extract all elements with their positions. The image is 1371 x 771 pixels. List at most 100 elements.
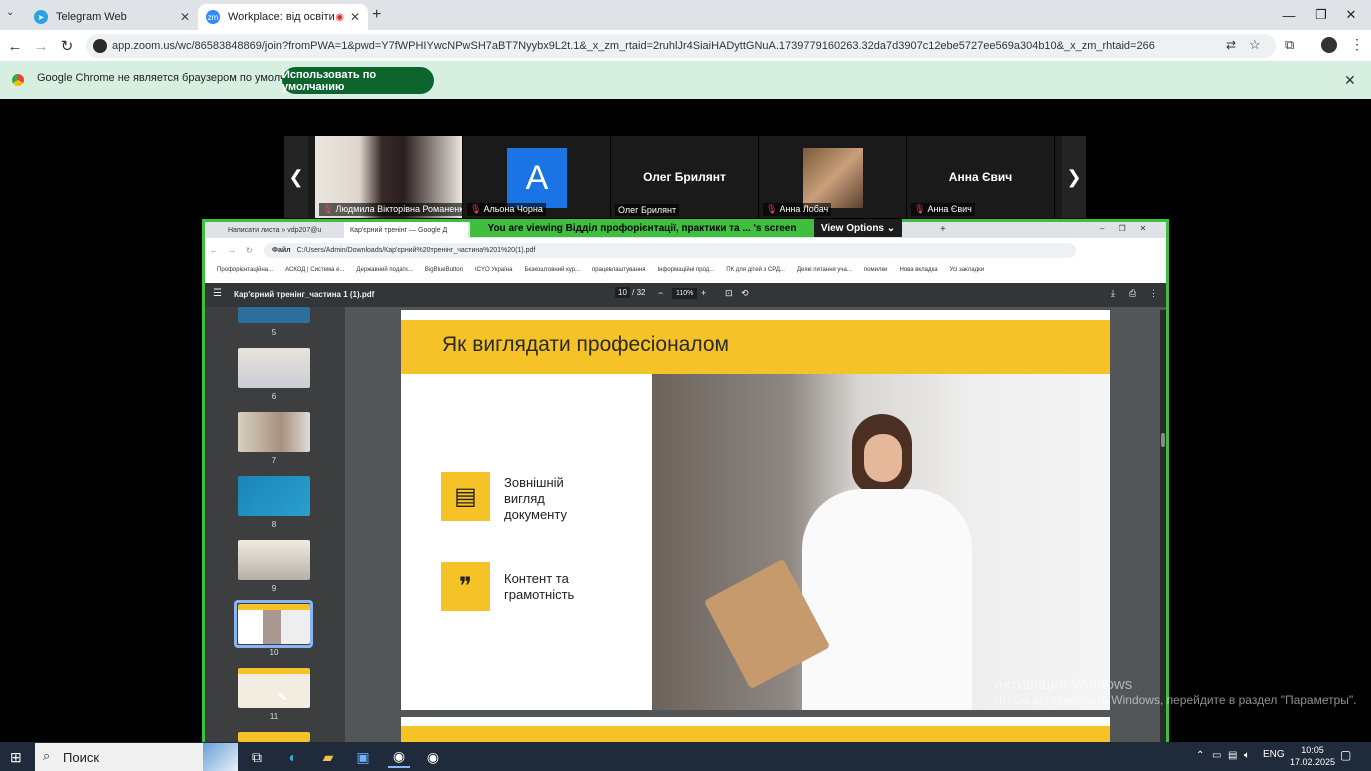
- muted-mic-icon: 🎙︎: [470, 204, 482, 214]
- avatar: [803, 148, 863, 208]
- slide-photo: [652, 374, 1110, 710]
- participant-tile[interactable]: 🎙︎ Анна Лобач: [759, 136, 907, 218]
- chrome-taskbar-icon-2[interactable]: ◉: [422, 746, 444, 768]
- speech-bubble-icon: ❞: [441, 562, 490, 611]
- slide-title: Як виглядати професіоналом: [442, 333, 729, 356]
- input-language[interactable]: ENG: [1263, 749, 1285, 760]
- edge-icon[interactable]: ◐: [282, 746, 304, 768]
- chrome-icon: [12, 74, 24, 86]
- file-explorer-icon[interactable]: ▰: [317, 746, 339, 768]
- site-info-icon[interactable]: [93, 39, 107, 53]
- participant-tile[interactable]: Анна Євич 🎙︎ Анна Євич: [907, 136, 1055, 218]
- close-icon[interactable]: ✕: [1344, 72, 1356, 89]
- forward-button[interactable]: →: [31, 36, 51, 56]
- rotate-icon: ⟲: [741, 288, 749, 298]
- slide-item-text: Контент та грамотність: [504, 571, 575, 602]
- shared-tab: Кар'єрний тренінг — Google Д: [344, 222, 468, 238]
- zoom-in-icon: +: [701, 288, 707, 298]
- view-options-button[interactable]: View Options ⌄: [814, 219, 902, 237]
- hamburger-icon: ☰: [213, 288, 222, 299]
- windows-start-icon[interactable]: ⊞: [10, 749, 22, 766]
- participant-label: 🎙︎ Людмила Вікторівна Романенко: [319, 203, 462, 216]
- muted-mic-icon: 🎙︎: [322, 204, 334, 214]
- gallery-prev-button[interactable]: ❮: [284, 136, 308, 218]
- tab-zoom-workplace[interactable]: zm Workplace: від освіти до к ◉ ✕: [198, 4, 368, 30]
- participant-tile[interactable]: Олег Брилянт Олег Брилянт: [611, 136, 759, 218]
- recording-icon: ◉: [335, 11, 344, 23]
- muted-mic-icon: 🎙︎: [766, 204, 778, 214]
- telegram-icon: ➤: [34, 10, 48, 24]
- notifications-icon[interactable]: ▢: [1340, 748, 1351, 762]
- slide-item-text: Зовнішній вигляд документу: [504, 475, 567, 522]
- close-icon[interactable]: ✕: [180, 10, 190, 24]
- tray-chevron-icon[interactable]: ⌃: [1196, 750, 1204, 761]
- pdf-scrollbar: [1160, 310, 1166, 742]
- reload-button[interactable]: ↻: [57, 36, 77, 56]
- avatar: A: [507, 148, 567, 208]
- chrome-taskbar-icon[interactable]: ◉: [388, 746, 410, 768]
- print-icon: ⎙: [1129, 288, 1137, 298]
- participant-label: 🎙︎ Альона Чорна: [467, 203, 546, 216]
- page-thumbnail: [238, 604, 310, 644]
- participant-label: 🎙︎ Анна Лобач: [763, 203, 832, 216]
- activation-watermark-title: Активация Windows: [994, 676, 1133, 693]
- tab-search-icon[interactable]: ⌄: [6, 7, 14, 18]
- shared-spacer: [205, 276, 1166, 283]
- page-thumbnail: [238, 412, 310, 452]
- document-icon: ▤: [441, 472, 490, 521]
- share-banner: You are viewing Відділ профорієнтації, п…: [470, 219, 814, 237]
- pdf-filename: Кар'єрний тренінг_частина 1 (1).pdf: [234, 290, 375, 299]
- page-thumbnail: [238, 668, 310, 708]
- page-thumbnail: [238, 476, 310, 516]
- close-window-button[interactable]: ✕: [1328, 0, 1371, 30]
- pdf-page-indicator: 10 / 32: [615, 287, 645, 298]
- page-thumbnail: [238, 307, 310, 323]
- page-thumbnail: [238, 348, 310, 388]
- shared-nav-buttons: ←→↻: [210, 246, 263, 255]
- volume-icon[interactable]: 🔈︎: [1244, 750, 1250, 761]
- star-icon[interactable]: ☆: [1249, 37, 1261, 53]
- clock[interactable]: 10:05 17.02.2025: [1290, 744, 1335, 768]
- page-thumbnail: [238, 540, 310, 580]
- participant-tile[interactable]: A 🎙︎ Альона Чорна: [463, 136, 611, 218]
- shared-tab: Написати листа » vdp207@u: [228, 226, 322, 234]
- next-slide-header-bar: [401, 726, 1110, 742]
- address-bar[interactable]: app.zoom.us/wc/86583848869/join?fromPWA=…: [86, 34, 1276, 58]
- task-view-icon[interactable]: ⧉: [246, 746, 268, 768]
- shared-new-tab-icon: +: [940, 224, 946, 235]
- menu-icon[interactable]: ⋮: [1350, 36, 1364, 53]
- shared-bookmarks-bar: Профорієнтаційна... АСКОД | Система е...…: [205, 263, 1166, 276]
- muted-mic-icon: 🎙︎: [914, 204, 926, 214]
- tab-telegram[interactable]: ➤ Telegram Web ✕: [26, 4, 198, 30]
- search-icon: ⌕: [43, 748, 51, 763]
- gallery-next-button[interactable]: ❯: [1062, 136, 1086, 218]
- shared-window-controls: –❐✕: [1100, 224, 1161, 233]
- zoom-icon: zm: [206, 10, 220, 24]
- translate-icon[interactable]: ⇄: [1226, 38, 1236, 52]
- network-icon[interactable]: ▤: [1228, 750, 1237, 761]
- close-icon[interactable]: ✕: [350, 10, 360, 24]
- page-thumbnail: [238, 732, 310, 742]
- zoom-out-icon: −: [658, 288, 664, 298]
- participant-label: 🎙︎ Анна Євич: [911, 203, 975, 216]
- shared-address-bar: Файл C:/Users/Admin/Downloads/Кар'єрний%…: [264, 243, 1076, 258]
- pdf-zoom-level: 110%: [672, 288, 698, 299]
- pdf-menu-icon: ⋮: [1149, 288, 1158, 298]
- taskbar-search[interactable]: ⌕ Поиск: [35, 743, 238, 771]
- mouse-cursor-icon: ⬉: [277, 689, 288, 703]
- download-icon: ⤓: [1111, 288, 1115, 298]
- participant-label: Олег Брилянт: [615, 204, 680, 216]
- new-tab-button[interactable]: +: [372, 6, 381, 24]
- extensions-icon[interactable]: ⧉: [1285, 37, 1294, 53]
- store-icon[interactable]: ▣: [352, 746, 374, 768]
- set-default-button[interactable]: Использовать по умолчанию: [282, 67, 434, 94]
- profile-avatar[interactable]: [1321, 37, 1337, 53]
- search-highlight-image: [203, 743, 238, 771]
- activation-watermark-text: Чтобы активировать Windows, перейдите в …: [994, 693, 1357, 707]
- back-button[interactable]: ←: [5, 36, 25, 56]
- infobar-message: Google Chrome не является браузером по у…: [37, 72, 316, 84]
- pdf-scroll-thumb: [1161, 433, 1165, 447]
- fit-page-icon: ⊡: [725, 288, 733, 298]
- meet-now-icon[interactable]: ▭: [1212, 750, 1221, 761]
- participant-tile[interactable]: 🎙︎ Людмила Вікторівна Романенко: [315, 136, 463, 218]
